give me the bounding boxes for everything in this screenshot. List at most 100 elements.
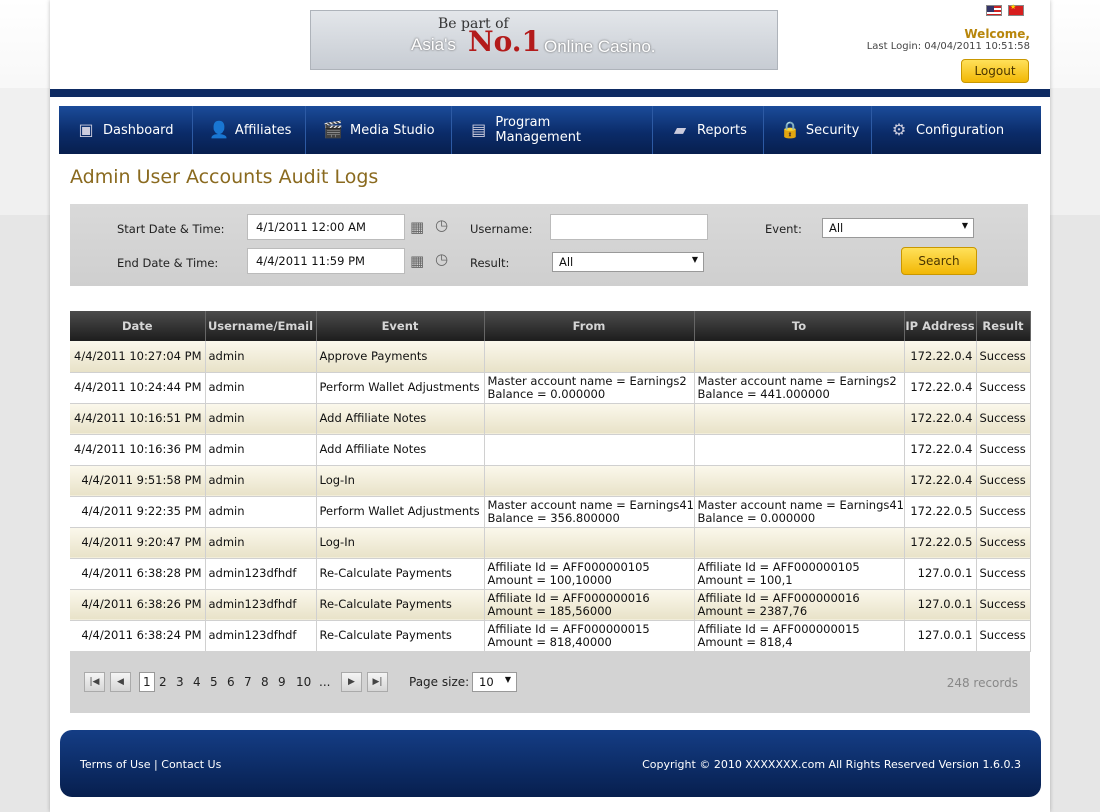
nav-configuration[interactable]: ⚙ Configuration	[872, 106, 1041, 154]
to-line2: Balance = 0.000000	[697, 510, 816, 525]
page-number-1[interactable]: 1	[139, 672, 155, 692]
date-text: 4/4/2011 6:38:28 PM	[81, 566, 202, 580]
table-row[interactable]: 4/4/2011 6:38:24 PM admin123dfhdf Re-Calcu…	[70, 620, 1031, 652]
contact-link[interactable]: Contact Us	[161, 758, 221, 771]
column-header-from[interactable]: From	[484, 311, 695, 341]
first-page-button[interactable]: |◀	[84, 672, 105, 692]
username-input[interactable]	[550, 214, 708, 240]
table-row[interactable]: 4/4/2011 9:22:35 PM admin Perform Wallet A…	[70, 496, 1031, 528]
cell-result: Success	[976, 372, 1031, 404]
table-row[interactable]: 4/4/2011 9:20:47 PM admin Log-In 172.22.0.5…	[70, 527, 1031, 559]
column-header-result[interactable]: Result	[976, 311, 1031, 341]
page-number-9[interactable]: 9	[278, 675, 286, 689]
date-text: 4/4/2011 9:20:47 PM	[81, 535, 202, 549]
table-row[interactable]: 4/4/2011 6:38:28 PM admin123dfhdf Re-Calcu…	[70, 558, 1031, 590]
china-flag-icon[interactable]	[1008, 3, 1024, 16]
last-page-button[interactable]: ▶|	[367, 672, 388, 692]
cell-from	[484, 341, 695, 373]
page-number-10[interactable]: 10	[296, 675, 311, 689]
banner-tail: Online Casino.	[544, 37, 656, 56]
result-text: Success	[979, 348, 1026, 363]
cell-ip: 127.0.0.1	[904, 558, 977, 590]
to-line1: Master account name = Earnings41	[697, 497, 904, 512]
next-page-button[interactable]: ▶	[341, 672, 362, 692]
result-text: Success	[979, 504, 1026, 518]
page-number-8[interactable]: 8	[261, 675, 269, 689]
nav-dashboard[interactable]: ▣ Dashboard	[59, 106, 193, 154]
page-size-select[interactable]: 10 ▼	[472, 672, 517, 692]
cell-to: Master account name = Earnings41 Balance …	[694, 496, 905, 528]
ip-text: 172.22.0.5	[910, 535, 973, 549]
main-nav: ▣ Dashboard 👤 Affiliates 🎬 Media Studio …	[59, 106, 1041, 154]
cell-to: Affiliate Id = AFF000000015 Amount = 818,…	[694, 620, 905, 652]
table-row[interactable]: 4/4/2011 10:27:04 PM admin Approve Payment…	[70, 341, 1031, 373]
clock-icon[interactable]: ◷	[435, 250, 448, 268]
nav-program-management[interactable]: ▤ Program Management	[452, 106, 653, 154]
table-row[interactable]: 4/4/2011 10:16:36 PM admin Add Affiliate N…	[70, 434, 1031, 466]
cell-result: Success	[976, 403, 1031, 435]
date-text: 4/4/2011 10:16:36 PM	[74, 442, 202, 456]
nav-reports[interactable]: ▰ Reports	[653, 106, 764, 154]
page-number-5[interactable]: 5	[210, 675, 218, 689]
start-date-label: Start Date & Time:	[117, 222, 225, 236]
column-header-event[interactable]: Event	[316, 311, 485, 341]
page-number-2[interactable]: 2	[159, 675, 167, 689]
table-row[interactable]: 4/4/2011 10:16:51 PM admin Add Affiliate N…	[70, 403, 1031, 435]
page-number-4[interactable]: 4	[193, 675, 201, 689]
prev-page-button[interactable]: ◀	[110, 672, 131, 692]
cell-event: Perform Wallet Adjustments	[316, 496, 485, 528]
page-number-3[interactable]: 3	[176, 675, 184, 689]
date-text: 4/4/2011 10:24:44 PM	[74, 380, 202, 394]
cell-from: Affiliate Id = AFF000000016 Amount = 185,…	[484, 589, 695, 621]
nav-security[interactable]: 🔒 Security	[764, 106, 872, 154]
result-text: Success	[979, 535, 1026, 549]
table-row[interactable]: 4/4/2011 9:51:58 PM admin Log-In 172.22.0.4…	[70, 465, 1031, 497]
nav-affiliates[interactable]: 👤 Affiliates	[193, 106, 306, 154]
to-line2: Amount = 100,1	[697, 572, 793, 587]
from-line2: Amount = 818,40000	[487, 634, 612, 649]
result-label: Result:	[470, 256, 510, 270]
username-text: admin	[208, 535, 245, 549]
column-header-username[interactable]: Username/Email	[205, 311, 317, 341]
end-date-input[interactable]: 4/4/2011 11:59 PM	[247, 248, 405, 274]
logout-button[interactable]: Logout	[961, 59, 1029, 83]
page-number-6[interactable]: 6	[227, 675, 235, 689]
result-text: Success	[979, 597, 1026, 611]
us-flag-icon[interactable]	[986, 5, 1002, 16]
calendar-icon[interactable]: ▦	[410, 218, 424, 236]
column-header-date[interactable]: Date	[70, 311, 206, 341]
to-line1: Master account name = Earnings2	[697, 373, 897, 388]
table-row[interactable]: 4/4/2011 10:24:44 PM admin Perform Wallet …	[70, 372, 1031, 404]
banner-no1: No.1	[468, 25, 542, 58]
clock-icon[interactable]: ◷	[435, 216, 448, 234]
table-row[interactable]: 4/4/2011 6:38:26 PM admin123dfhdf Re-Calcu…	[70, 589, 1031, 621]
calendar-icon[interactable]: ▦	[410, 252, 424, 270]
username-text: admin	[208, 473, 245, 487]
chevron-down-icon: ▼	[691, 255, 698, 264]
cell-from: Master account name = Earnings2 Balance =…	[484, 372, 695, 404]
date-text: 4/4/2011 10:16:51 PM	[74, 411, 202, 425]
cell-from	[484, 465, 695, 497]
start-date-input[interactable]: 4/1/2011 12:00 AM	[247, 214, 405, 240]
ip-text: 172.22.0.4	[910, 442, 973, 456]
casino-banner[interactable]: Be part of Asia's No.1 Online Casino.	[310, 10, 778, 70]
cell-username: admin	[205, 496, 317, 528]
column-header-ip[interactable]: IP Address	[904, 311, 977, 341]
nav-media-studio[interactable]: 🎬 Media Studio	[306, 106, 452, 154]
username-text: admin	[208, 411, 245, 425]
cell-to	[694, 465, 905, 497]
cell-result: Success	[976, 527, 1031, 559]
cell-result: Success	[976, 589, 1031, 621]
cell-from: Affiliate Id = AFF000000015 Amount = 818,…	[484, 620, 695, 652]
page-number-7[interactable]: 7	[244, 675, 252, 689]
from-line2: Balance = 0.000000	[487, 386, 606, 401]
to-line2: Balance = 441.000000	[697, 386, 830, 401]
cell-result: Success	[976, 465, 1031, 497]
page-number-more[interactable]: ...	[319, 675, 330, 689]
event-select[interactable]: All ▼	[822, 218, 974, 238]
page-container: Be part of Asia's No.1 Online Casino. We…	[50, 0, 1050, 812]
result-select[interactable]: All ▼	[552, 252, 704, 272]
terms-link[interactable]: Terms of Use	[80, 758, 151, 771]
column-header-to[interactable]: To	[694, 311, 905, 341]
search-button[interactable]: Search	[901, 247, 977, 275]
